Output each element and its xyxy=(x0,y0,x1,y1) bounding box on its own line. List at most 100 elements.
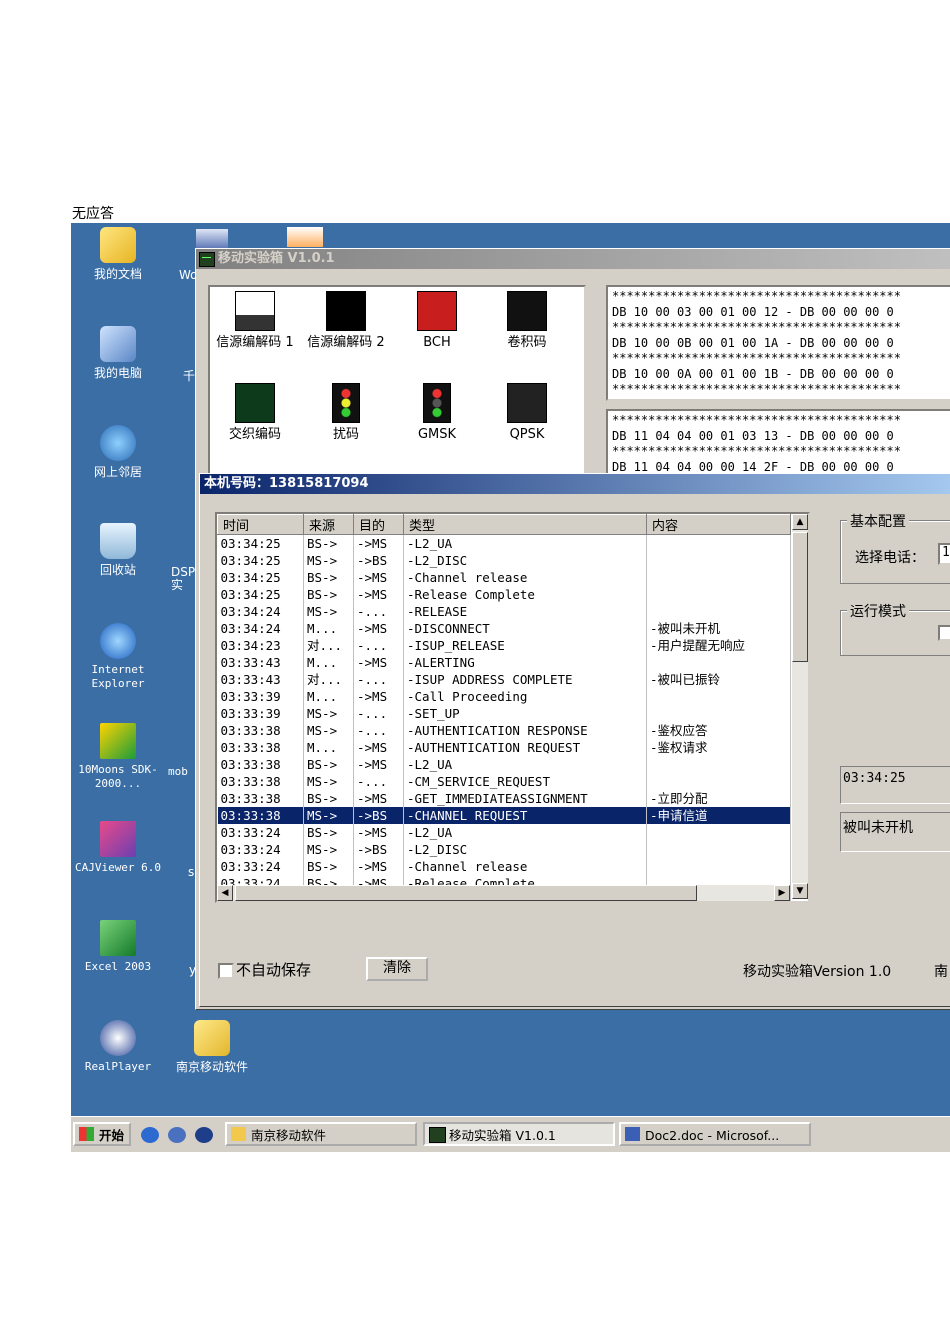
table-row[interactable]: 03:33:43 M... ->MS -ALERTING xyxy=(217,654,791,671)
tool-qpsk[interactable]: QPSK xyxy=(482,383,572,442)
table-row[interactable]: 03:33:38 BS-> ->MS -GET_IMMEDIATEASSIGNMENT… xyxy=(217,790,791,807)
ie-quicklaunch-icon[interactable] xyxy=(141,1127,159,1143)
cell-time: 03:33:24 xyxy=(217,858,304,875)
cell-content: -立即分配 xyxy=(646,790,791,807)
desktop-icon-internet-explorer[interactable]: Internet Explorer xyxy=(73,623,163,691)
table-row[interactable]: 03:33:38 MS-> -... -CM_SERVICE_REQUEST xyxy=(217,773,791,790)
table-row[interactable]: 03:33:39 MS-> -... -SET_UP xyxy=(217,705,791,722)
cell-source: MS-> xyxy=(303,705,354,722)
media-player-quicklaunch-icon[interactable] xyxy=(195,1127,213,1143)
cell-content xyxy=(646,534,791,552)
cell-time: 03:33:38 xyxy=(217,790,304,807)
column-header-type[interactable]: 类型 xyxy=(403,514,647,535)
clear-button[interactable]: 清除 xyxy=(366,957,428,981)
no-autosave-checkbox[interactable] xyxy=(218,963,234,979)
tool-convolutional-code[interactable]: 卷积码 xyxy=(482,291,572,350)
cell-type: -Channel release xyxy=(403,569,647,586)
tool-source-codec-2[interactable]: 信源编解码 2 xyxy=(301,291,391,350)
table-row[interactable]: 03:33:24 BS-> ->MS -Channel release xyxy=(217,858,791,875)
column-header-content[interactable]: 内容 xyxy=(646,514,791,535)
cell-content xyxy=(646,552,791,569)
desktop-icon-label: 10Moons SDK-2000... xyxy=(78,763,158,790)
table-row[interactable]: 03:33:43 对... -... -ISUP ADDRESS COMPLETE -被… xyxy=(217,671,791,688)
desktop-icon-realplayer[interactable]: RealPlayer xyxy=(73,1020,163,1074)
cell-time: 03:33:24 xyxy=(217,841,304,858)
cell-type: -L2_UA xyxy=(403,534,647,552)
tool-gmsk[interactable]: GMSK xyxy=(392,383,482,442)
cell-type: -ISUP_RELEASE xyxy=(403,637,647,654)
column-header-destination[interactable]: 目的 xyxy=(353,514,404,535)
table-row[interactable]: 03:34:25 BS-> ->MS -Channel release xyxy=(217,569,791,586)
run-mode-checkbox[interactable] xyxy=(938,625,950,641)
cell-time: 03:34:25 xyxy=(217,586,304,603)
call-log-titlebar[interactable]: 本机号码：13815817094 xyxy=(200,474,950,494)
scroll-up-arrow-icon[interactable]: ▲ xyxy=(792,514,808,530)
table-row[interactable]: 03:34:24 M... ->MS -DISCONNECT -被叫未开机 xyxy=(217,620,791,637)
tool-label: 卷积码 xyxy=(507,335,547,350)
vertical-scrollbar[interactable]: ▲ ▼ xyxy=(792,514,808,899)
tool-scrambler[interactable]: 扰码 xyxy=(301,383,391,442)
desktop-icon-recycle-bin[interactable]: 回收站 xyxy=(73,523,163,577)
signaling-log-list[interactable]: 时间 来源 目的 类型 内容 03:34:25 BS-> ->MS -L2_UA 03:… xyxy=(215,512,810,903)
10moons-icon xyxy=(100,723,136,759)
desktop-icon-network[interactable]: 网上邻居 xyxy=(73,425,163,479)
tool-source-codec-1[interactable]: 信源编解码 1 xyxy=(210,291,300,350)
taskbar: 开始 南京移动软件 移动实验箱 V1.0.1 Doc2.doc - Micros… xyxy=(71,1116,950,1152)
table-row[interactable]: 03:34:25 BS-> ->MS -Release Complete xyxy=(217,586,791,603)
cell-source: BS-> xyxy=(303,824,354,841)
table-row[interactable]: 03:33:38 MS-> -... -AUTHENTICATION RESPONSE… xyxy=(217,722,791,739)
select-phone-dropdown[interactable]: 1 xyxy=(938,543,950,565)
scroll-right-arrow-icon[interactable]: ▶ xyxy=(774,885,790,901)
cell-destination: ->MS xyxy=(353,824,404,841)
call-log-window[interactable]: 本机号码：13815817094 时间 来源 目的 类型 内容 03:34:25… xyxy=(199,473,950,1007)
phone-icon xyxy=(507,291,547,331)
table-row[interactable]: 03:34:25 MS-> ->BS -L2_DISC xyxy=(217,552,791,569)
outlook-quicklaunch-icon[interactable] xyxy=(168,1127,186,1143)
cell-type: -CHANNEL REQUEST xyxy=(403,807,647,824)
tool-bch[interactable]: BCH xyxy=(392,291,482,350)
cell-content: -被叫已振铃 xyxy=(646,671,791,688)
desktop-icon-label: RealPlayer xyxy=(84,1060,152,1073)
taskbar-item-folder[interactable]: 南京移动软件 xyxy=(225,1122,417,1146)
tool-interleave[interactable]: 交织编码 xyxy=(210,383,300,442)
table-row[interactable]: 03:33:38 M... ->MS -AUTHENTICATION REQUEST -… xyxy=(217,739,791,756)
tool-palette: 信源编解码 1 信源编解码 2 BCH 卷积码 交织编码 扰码 GMSK QPS… xyxy=(208,285,586,475)
horizontal-scroll-thumb[interactable] xyxy=(235,885,697,901)
horizontal-scrollbar[interactable]: ◀ ▶ xyxy=(217,885,790,901)
partial-icon-label: 千 xyxy=(183,369,196,383)
cell-type: -Call Proceeding xyxy=(403,688,647,705)
table-row[interactable]: 03:33:38 MS-> ->BS -CHANNEL REQUEST -申请信道 xyxy=(217,807,791,824)
table-row[interactable]: 03:33:24 BS-> ->MS -L2_UA xyxy=(217,824,791,841)
desktop-icon-nanjing-software[interactable]: 南京移动软件 xyxy=(167,1020,257,1074)
table-row[interactable]: 03:33:38 BS-> ->MS -L2_UA xyxy=(217,756,791,773)
cell-time: 03:34:24 xyxy=(217,603,304,620)
cell-source: MS-> xyxy=(303,722,354,739)
table-row[interactable]: 03:34:24 MS-> -... -RELEASE xyxy=(217,603,791,620)
basic-config-label: 基本配置 xyxy=(847,511,909,531)
start-button[interactable]: 开始 xyxy=(73,1122,131,1146)
table-row[interactable]: 03:34:23 对... -... -ISUP_RELEASE -用户提醒无响应 xyxy=(217,637,791,654)
scroll-left-arrow-icon[interactable]: ◀ xyxy=(217,885,233,901)
column-header-time[interactable]: 时间 xyxy=(217,514,304,535)
time-display: 03:34:25 xyxy=(840,766,950,804)
cell-type: -SET_UP xyxy=(403,705,647,722)
table-row[interactable]: 03:33:39 M... ->MS -Call Proceeding xyxy=(217,688,791,705)
desktop-icon-my-documents[interactable]: 我的文档 xyxy=(73,227,163,281)
table-row[interactable]: 03:34:25 BS-> ->MS -L2_UA xyxy=(217,534,791,552)
taskbar-item-word[interactable]: Doc2.doc - Microsof... xyxy=(619,1122,811,1146)
desktop-icon-excel[interactable]: Excel 2003 xyxy=(73,920,163,974)
column-header-source[interactable]: 来源 xyxy=(303,514,354,535)
table-row[interactable]: 03:33:24 MS-> ->BS -L2_DISC xyxy=(217,841,791,858)
run-mode-group: 运行模式 xyxy=(840,601,950,656)
cell-time: 03:33:39 xyxy=(217,705,304,722)
scroll-thumb[interactable] xyxy=(792,532,808,662)
version-suffix: 南 xyxy=(934,964,948,980)
main-app-titlebar[interactable]: 移动实验箱 V1.0.1 xyxy=(196,249,950,269)
desktop-icon-my-computer[interactable]: 我的电脑 xyxy=(73,326,163,380)
taskbar-item-app[interactable]: 移动实验箱 V1.0.1 xyxy=(423,1122,615,1146)
app-icon xyxy=(199,252,215,267)
desktop-icon-cajviewer[interactable]: CAJViewer 6.0 xyxy=(73,821,163,875)
status-display: 被叫未开机 xyxy=(840,812,950,852)
desktop-icon-10moons[interactable]: 10Moons SDK-2000... xyxy=(73,723,163,791)
scroll-down-arrow-icon[interactable]: ▼ xyxy=(792,883,808,899)
